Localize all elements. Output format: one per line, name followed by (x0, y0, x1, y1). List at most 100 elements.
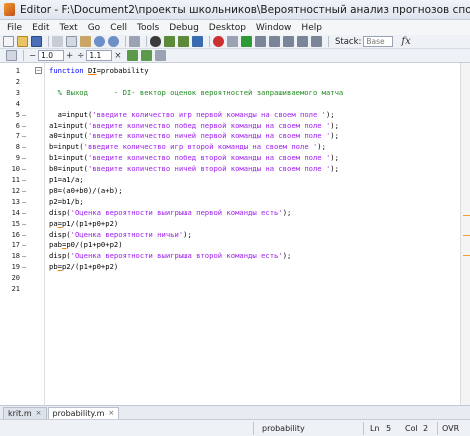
increment-value-input[interactable]: 1.0 (38, 50, 65, 61)
code-line[interactable]: p0=(a0+b0)/(a+b); (49, 186, 465, 196)
code-line[interactable]: disp('Оценка вероятности ничьи'); (49, 230, 465, 240)
exit-debug-icon[interactable] (311, 36, 322, 47)
code-line[interactable] (49, 284, 465, 294)
code-area[interactable]: function DI=probability % Выход - DI- ве… (44, 63, 460, 405)
multiply-button[interactable]: × (114, 51, 121, 61)
file-tab[interactable]: krit.m × (3, 407, 47, 419)
back-icon[interactable] (164, 36, 175, 47)
code-line[interactable]: % Выход - DI- вектор оценок вероятностей… (49, 88, 465, 98)
close-icon[interactable]: × (108, 408, 114, 419)
executable-line-marker[interactable]: – (22, 197, 32, 207)
multiply-value-input[interactable]: 1.1 (86, 50, 113, 61)
menu-cell[interactable]: Cell (105, 23, 132, 33)
code-line[interactable]: disp('Оценка вероятности выигрыша первой… (49, 208, 465, 218)
paste-icon[interactable] (80, 36, 91, 47)
executable-line-marker[interactable]: – (22, 186, 32, 196)
divide-button[interactable]: ÷ (77, 51, 84, 61)
executable-line-marker[interactable]: – (22, 251, 32, 261)
code-line[interactable] (49, 99, 465, 109)
function-browser-icon[interactable] (192, 36, 203, 47)
code-line[interactable] (49, 77, 465, 87)
menu-tools[interactable]: Tools (132, 23, 164, 33)
decrement-button[interactable]: − (29, 51, 36, 61)
executable-line-marker[interactable]: – (22, 110, 32, 120)
code-line[interactable]: pab=p0/(p1+p0+p2) (49, 240, 465, 250)
executable-line-marker[interactable]: – (22, 219, 32, 229)
breakpoint-icon[interactable] (213, 36, 224, 47)
menu-go[interactable]: Go (83, 23, 105, 33)
code-line[interactable]: a0=input('введите количество ничей перво… (49, 131, 465, 141)
status-bar: probability Ln 5 Col 2 OVR (0, 419, 470, 436)
code-token: p2/(p1+p0+p2) (61, 262, 119, 272)
executable-line-marker[interactable]: – (22, 175, 32, 185)
code-editor[interactable]: 1−2 3 4 5–6–7–8–9–10–11–12–13–14–15–16–17–1… (0, 63, 470, 405)
menu-edit[interactable]: Edit (27, 23, 54, 33)
cell-mode-icon[interactable] (126, 50, 138, 61)
run-icon[interactable] (241, 36, 252, 47)
executable-line-marker[interactable]: – (22, 230, 32, 240)
fold-toggle-icon[interactable]: − (35, 67, 42, 74)
redo-icon[interactable] (108, 36, 119, 47)
code-token: pab (49, 240, 62, 250)
increment-button[interactable]: + (66, 51, 73, 61)
fx-icon[interactable]: fx (401, 36, 410, 47)
continue-icon[interactable] (297, 36, 308, 47)
code-line[interactable]: a1=input('введите количество побед перво… (49, 121, 465, 131)
eval-cell-icon[interactable] (6, 50, 17, 61)
code-line[interactable]: pa=p1/(p1+p0+p2) (49, 219, 465, 229)
step-icon[interactable] (255, 36, 266, 47)
code-token: 'Оценка вероятности ничьи' (70, 229, 184, 239)
print-icon[interactable] (129, 36, 140, 47)
code-line[interactable] (49, 273, 465, 283)
clear-breakpoints-icon[interactable] (227, 36, 238, 47)
code-line[interactable]: a=input('введите количество игр первой к… (49, 110, 465, 120)
code-line[interactable]: p1=a1/a; (49, 175, 465, 185)
cell-mode-extra-icon[interactable] (154, 50, 166, 61)
code-line[interactable]: b1=input('введите количество побед второ… (49, 153, 465, 163)
menu-debug[interactable]: Debug (164, 23, 204, 33)
forward-icon[interactable] (178, 36, 189, 47)
copy-icon[interactable] (66, 36, 77, 47)
save-icon[interactable] (31, 36, 42, 47)
code-line[interactable]: function DI=probability (49, 66, 465, 76)
executable-line-marker[interactable]: – (22, 131, 32, 141)
line-number: 13 (11, 197, 20, 206)
executable-line-marker[interactable]: – (22, 164, 32, 174)
line-number: 5 (15, 110, 20, 119)
close-icon[interactable]: × (36, 408, 42, 419)
code-token: ); (183, 229, 192, 239)
cell-mode-alt-icon[interactable] (140, 50, 152, 61)
undo-icon[interactable] (94, 36, 105, 47)
open-folder-icon[interactable] (17, 36, 28, 47)
code-line[interactable]: pb=p2/(p1+p0+p2) (49, 262, 465, 272)
step-out-icon[interactable] (283, 36, 294, 47)
menu-file[interactable]: File (2, 23, 27, 33)
file-tab[interactable]: probability.m × (47, 407, 120, 419)
warning-marker[interactable] (463, 235, 470, 236)
code-line[interactable]: b=input('введите количество игр второй к… (49, 142, 465, 152)
menu-desktop[interactable]: Desktop (204, 23, 251, 33)
cut-icon[interactable] (52, 36, 63, 47)
find-icon[interactable] (150, 36, 161, 47)
new-file-icon[interactable] (3, 36, 14, 47)
step-in-icon[interactable] (269, 36, 280, 47)
warning-marker[interactable] (463, 215, 470, 216)
file-tab-label: probability.m (52, 409, 105, 418)
code-line[interactable]: disp('Оценка вероятности выигрыша второй… (49, 251, 465, 261)
code-line[interactable]: p2=b1/b; (49, 197, 465, 207)
executable-line-marker[interactable]: – (22, 153, 32, 163)
menu-text[interactable]: Text (55, 23, 83, 33)
warning-marker[interactable] (463, 255, 470, 256)
menu-help[interactable]: Help (296, 23, 327, 33)
menu-window[interactable]: Window (251, 23, 297, 33)
executable-line-marker[interactable]: – (22, 262, 32, 272)
executable-line-marker[interactable]: – (22, 142, 32, 152)
executable-line-marker[interactable]: – (22, 240, 32, 250)
line-number: 10 (11, 165, 20, 174)
executable-line-marker[interactable]: – (22, 208, 32, 218)
status-col-label: Col (405, 424, 418, 433)
executable-line-marker[interactable]: – (22, 121, 32, 131)
code-line[interactable]: b0=input('введите количество ничей второ… (49, 164, 465, 174)
code-token: 'введите количество ничей второй команды… (87, 164, 331, 174)
stack-select[interactable]: Base (363, 36, 394, 47)
